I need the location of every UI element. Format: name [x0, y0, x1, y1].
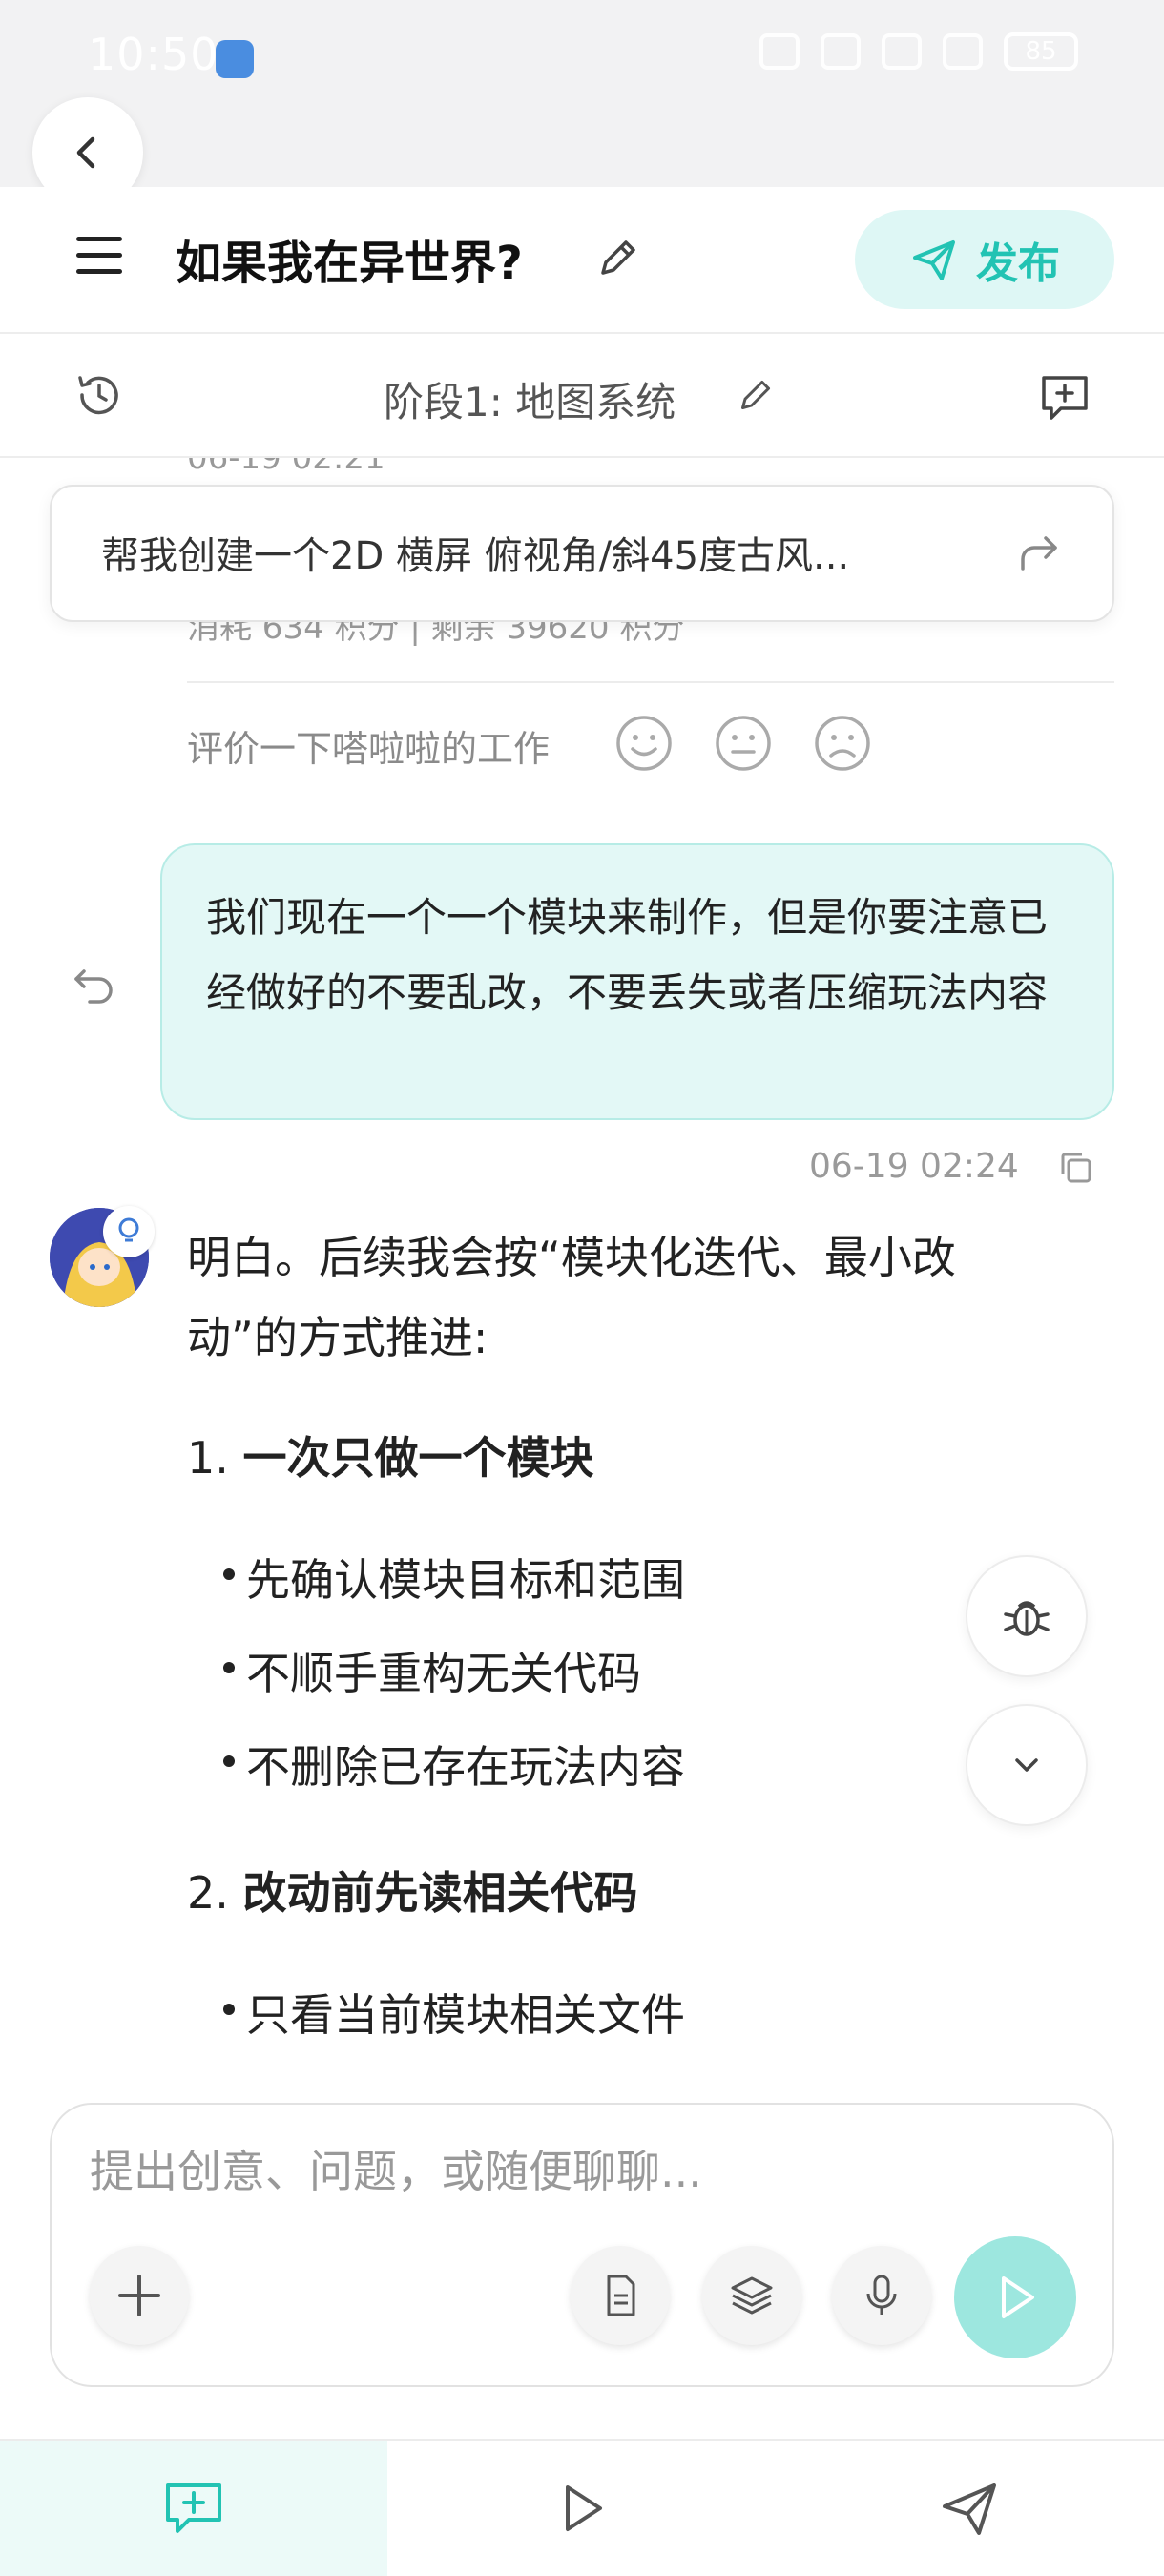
nav-play-tab[interactable]	[387, 2441, 775, 2576]
layers-icon	[731, 2276, 773, 2315]
status-icons: 85	[759, 32, 1078, 71]
app-notification-icon	[216, 40, 254, 78]
history-icon[interactable]	[74, 370, 124, 420]
nav-publish-tab[interactable]	[775, 2441, 1164, 2576]
neutral-face-icon[interactable]	[714, 714, 773, 773]
plus-icon	[118, 2275, 160, 2316]
previous-message-time: 06-19 02:21	[187, 458, 385, 477]
microphone-icon	[866, 2275, 897, 2315]
chat-add-icon	[166, 2483, 221, 2533]
message-composer	[50, 2103, 1114, 2387]
chat-area[interactable]: 06-19 02:21 消耗 634 积分 | 剩余 39620 积分 帮我创建…	[0, 458, 1164, 2099]
list-item: 先确认模块目标和范围	[223, 1546, 685, 1609]
list-item: 不顺手重构无关代码	[223, 1639, 641, 1702]
chevron-left-icon	[76, 136, 95, 169]
undo-icon[interactable]	[71, 962, 116, 1008]
send-icon	[913, 240, 955, 280]
alarm-icon	[759, 33, 800, 70]
wifi-icon	[882, 33, 922, 70]
rating-label: 评价一下嗒啦啦的工作	[187, 728, 551, 770]
bottom-navigation	[0, 2439, 1164, 2576]
voice-button[interactable]	[832, 2246, 931, 2345]
play-icon	[566, 2485, 602, 2531]
pinned-message[interactable]: 帮我创建一个2D 横屏 俯视角/斜45度古风...	[50, 485, 1114, 622]
signal-icon	[943, 33, 983, 70]
stage-bar: 阶段1: 地图系统	[0, 336, 1164, 458]
pinned-message-text: 帮我创建一个2D 横屏 俯视角/斜45度古风...	[101, 534, 850, 578]
stage-title[interactable]: 阶段1: 地图系统	[384, 370, 676, 428]
menu-icon[interactable]	[76, 237, 122, 282]
list-item: 只看当前模块相关文件	[223, 1981, 685, 2044]
scroll-down-button[interactable]	[966, 1704, 1088, 1826]
status-bar: 10:50 85	[0, 0, 1164, 208]
list-item: 不删除已存在玩法内容	[223, 1733, 685, 1796]
publish-label: 发布	[976, 239, 1060, 288]
assistant-section-heading: 2. 改动前先读相关代码	[187, 1867, 638, 1919]
edit-stage-icon[interactable]	[735, 374, 777, 416]
play-send-icon	[1002, 2276, 1034, 2318]
add-button[interactable]	[90, 2246, 189, 2345]
divider	[187, 681, 1114, 683]
document-button[interactable]	[571, 2246, 670, 2345]
header: 如果我在异世界? 发布	[0, 187, 1164, 334]
sad-face-icon[interactable]	[813, 714, 872, 773]
status-time: 10:50	[88, 29, 219, 80]
page-title: 如果我在异世界?	[176, 237, 523, 290]
publish-button[interactable]: 发布	[855, 210, 1114, 309]
message-input[interactable]	[90, 2133, 1072, 2210]
bug-icon	[1004, 1601, 1050, 1636]
copy-icon[interactable]	[1057, 1149, 1095, 1187]
send-icon	[943, 2483, 996, 2535]
assistant-section-heading: 1. 一次只做一个模块	[187, 1432, 594, 1484]
user-message-bubble: 我们现在一个一个模块来制作，但是你要注意已经做好的不要乱改，不要丢失或者压缩玩法…	[160, 843, 1114, 1120]
battery-indicator: 85	[1004, 32, 1078, 71]
debug-button[interactable]	[966, 1555, 1088, 1677]
vibrate-icon	[821, 33, 861, 70]
lightbulb-icon	[103, 1206, 155, 1257]
edit-title-icon[interactable]	[593, 233, 643, 282]
document-icon	[607, 2275, 635, 2316]
share-icon[interactable]	[1017, 530, 1061, 574]
assistant-intro: 明白。后续我会按“模块化迭代、最小改动”的方式推进:	[187, 1232, 956, 1363]
new-chat-icon[interactable]	[1036, 370, 1093, 424]
send-button[interactable]	[954, 2236, 1076, 2358]
message-timestamp: 06-19 02:24	[809, 1147, 1019, 1186]
happy-face-icon[interactable]	[614, 714, 674, 773]
layers-button[interactable]	[702, 2246, 801, 2345]
nav-chat-tab[interactable]	[0, 2441, 387, 2576]
chevron-down-icon	[1015, 1758, 1038, 1772]
